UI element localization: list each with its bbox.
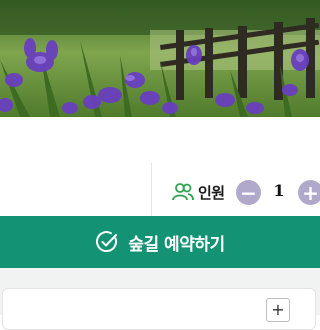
hero-photo — [0, 0, 320, 117]
booking-options-row: 인원 − 1 + — [0, 117, 320, 216]
check-circle-icon — [95, 230, 119, 254]
headcount-label: 인원 — [198, 183, 225, 202]
expand-button[interactable]: + — [266, 298, 290, 322]
minus-icon: − — [240, 180, 257, 205]
increase-headcount-button[interactable]: + — [298, 180, 320, 205]
headcount-quantity: 1 — [273, 181, 285, 200]
reserve-forest-trail-button[interactable]: 숲길 예약하기 — [0, 216, 320, 268]
plus-icon: + — [271, 300, 285, 319]
people-icon — [172, 182, 194, 202]
decrease-headcount-button[interactable]: − — [236, 180, 261, 205]
reserve-label: 숲길 예약하기 — [128, 234, 225, 255]
plus-icon: + — [302, 180, 319, 205]
headcount-label-group: 인원 — [172, 179, 225, 205]
divider — [151, 163, 152, 216]
